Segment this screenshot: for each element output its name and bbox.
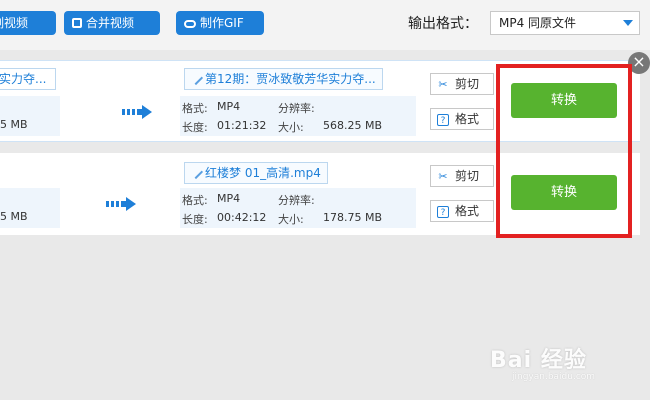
format-button[interactable]: ? 格式	[430, 200, 494, 222]
output-filename: 第12期：贾冰致敬芳华实力夺...	[205, 72, 376, 86]
source-info: 5 MB	[0, 188, 60, 228]
format-value: MP4	[217, 192, 241, 205]
merge-video-button[interactable]: 合并视频	[64, 11, 160, 35]
format-value: MP4	[217, 100, 241, 113]
output-info: 格式: MP4 分辨率: 长度: 01:21:32 大小: 568.25 MB	[180, 96, 416, 136]
size-key: 大小:	[278, 121, 304, 134]
format-button-label: 格式	[455, 204, 480, 218]
format-key: 格式:	[182, 194, 208, 207]
output-format-value: MP4 同原文件	[499, 16, 577, 30]
top-toolbar: 割视频 合并视频 制作GIF 输出格式： MP4 同原文件	[0, 0, 650, 50]
watermark-url: jingyan.baidu.com	[512, 372, 596, 382]
merge-icon	[72, 18, 82, 28]
resolution-key: 分辨率:	[278, 194, 315, 207]
source-info: 5 MB	[0, 96, 60, 136]
question-icon: ?	[437, 114, 449, 126]
source-size: 5 MB	[0, 118, 28, 131]
resolution-key: 分辨率:	[278, 102, 315, 115]
link-icon	[184, 20, 196, 28]
output-filename-field[interactable]: 第12期：贾冰致敬芳华实力夺...	[184, 68, 383, 90]
source-title[interactable]: 实力夺...	[0, 68, 56, 90]
watermark-logo: Bai 经验	[490, 348, 587, 373]
size-key: 大小:	[278, 213, 304, 226]
make-gif-button[interactable]: 制作GIF	[176, 11, 264, 35]
cut-button[interactable]: ✂ 剪切	[430, 73, 494, 95]
output-info: 格式: MP4 分辨率: 长度: 00:42:12 大小: 178.75 MB	[180, 188, 416, 228]
duration-value: 00:42:12	[217, 211, 267, 224]
size-value: 178.75 MB	[323, 211, 383, 224]
chevron-down-icon	[623, 20, 633, 26]
pencil-icon	[188, 70, 204, 86]
make-gif-label: 制作GIF	[200, 16, 244, 30]
duration-key: 长度:	[182, 213, 208, 226]
cut-label: 剪切	[455, 77, 480, 91]
arrow-right-icon	[106, 197, 136, 211]
merge-video-label: 合并视频	[86, 16, 135, 30]
scissors-icon: ✂	[438, 78, 448, 91]
cut-video-button[interactable]: 割视频	[0, 11, 56, 35]
output-format-label: 输出格式：	[408, 16, 478, 32]
cut-video-label: 割视频	[0, 16, 29, 30]
duration-value: 01:21:32	[217, 119, 267, 132]
size-value: 568.25 MB	[323, 119, 383, 132]
format-button[interactable]: ? 格式	[430, 108, 494, 130]
output-format-select[interactable]: MP4 同原文件	[490, 11, 640, 35]
output-filename-field[interactable]: 红楼梦 01_高清.mp4	[184, 162, 328, 184]
format-button-label: 格式	[455, 112, 480, 126]
duration-key: 长度:	[182, 121, 208, 134]
arrow-right-icon	[122, 105, 152, 119]
pencil-icon	[188, 164, 204, 180]
output-filename: 红楼梦 01_高清.mp4	[205, 166, 321, 180]
format-key: 格式:	[182, 102, 208, 115]
question-icon: ?	[437, 206, 449, 218]
cut-button[interactable]: ✂ 剪切	[430, 165, 494, 187]
scissors-icon: ✂	[438, 170, 448, 183]
highlight-box	[496, 64, 632, 238]
source-size: 5 MB	[0, 210, 28, 223]
cut-label: 剪切	[455, 169, 480, 183]
